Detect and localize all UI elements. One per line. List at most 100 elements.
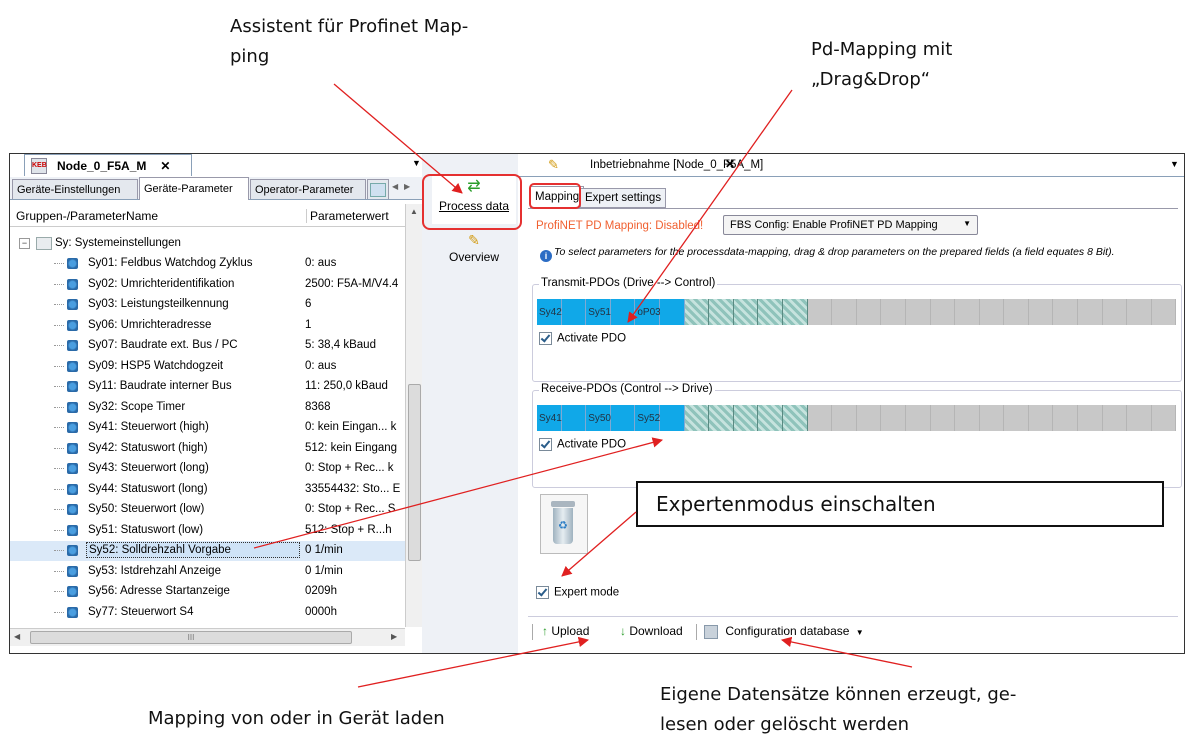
- pdo-field-free[interactable]: [1028, 299, 1054, 325]
- pdo-field-free[interactable]: [1004, 405, 1029, 431]
- pdo-field-free[interactable]: [881, 299, 906, 325]
- pdo-field-reserved[interactable]: [684, 405, 710, 431]
- pdo-field-free[interactable]: [1078, 299, 1103, 325]
- dropdown-arrow-icon[interactable]: ▼: [412, 158, 421, 168]
- pdo-field-mapped[interactable]: oP03 [1]: [635, 299, 675, 325]
- vertical-scrollbar[interactable]: ▲: [405, 204, 422, 627]
- tab-keb-icon[interactable]: [367, 179, 389, 199]
- download-button[interactable]: ↓ Download: [620, 624, 683, 638]
- pdo-field-mapped[interactable]: [610, 405, 636, 431]
- parameter-row[interactable]: Sy03: Leistungsteilkennung 6: [10, 295, 405, 315]
- fbs-config-dropdown[interactable]: FBS Config: Enable ProfiNET PD Mapping ▼: [723, 215, 978, 235]
- tab-scroll-right-icon[interactable]: ▶: [404, 182, 410, 191]
- parameter-value[interactable]: 512: Stop + R...h: [305, 524, 405, 536]
- pdo-field-mapped[interactable]: Sy41: [537, 405, 562, 431]
- parameter-row[interactable]: Sy51: Statuswort (low) 512: Stop + R...h: [10, 521, 405, 541]
- parameter-row[interactable]: Sy56: Adresse Startanzeige 0209h: [10, 582, 405, 602]
- tab-geraete-einstellungen[interactable]: Geräte-Einstellungen: [12, 179, 138, 199]
- close-icon[interactable]: ✕: [160, 159, 170, 173]
- activate-pdo-receive[interactable]: Activate PDO: [539, 438, 626, 451]
- parameter-row[interactable]: Sy06: Umrichteradresse 1: [10, 316, 405, 336]
- collapse-icon[interactable]: −: [19, 238, 30, 249]
- pdo-field-free[interactable]: [832, 299, 857, 325]
- pdo-field-free[interactable]: [807, 405, 833, 431]
- parameter-row[interactable]: Sy02: Umrichteridentifikation 2500: F5A-M…: [10, 275, 405, 295]
- scroll-up-icon[interactable]: ▲: [410, 207, 418, 216]
- parameter-value[interactable]: 2500: F5A-M/V4.4: [305, 278, 405, 290]
- pdo-field-reserved[interactable]: [782, 299, 808, 325]
- pdo-field-free[interactable]: [856, 405, 882, 431]
- parameter-value[interactable]: 33554432: Sto... E: [305, 483, 405, 495]
- tab-geraete-parameter[interactable]: Geräte-Parameter: [139, 177, 249, 200]
- pdo-field-reserved[interactable]: [758, 299, 783, 325]
- parameter-row[interactable]: Sy07: Baudrate ext. Bus / PC 5: 38,4 kBau…: [10, 336, 405, 356]
- tab-operator-parameter[interactable]: Operator-Parameter: [250, 179, 366, 199]
- pdo-field-free[interactable]: [1028, 405, 1054, 431]
- pdo-field-free[interactable]: [1102, 299, 1128, 325]
- tab-expert-settings[interactable]: Expert settings: [580, 188, 667, 208]
- sidebar-overview[interactable]: ✎ Overview: [432, 232, 516, 272]
- pdo-field-free[interactable]: [1078, 405, 1103, 431]
- parameter-row[interactable]: Sy44: Statuswort (long) 33554432: Sto... …: [10, 480, 405, 500]
- pdo-field-free[interactable]: [930, 299, 956, 325]
- pdo-field-mapped[interactable]: Sy52: [635, 405, 660, 431]
- close-icon[interactable]: ✕: [725, 157, 735, 171]
- parameter-value[interactable]: 0: aus: [305, 360, 405, 372]
- parameter-value[interactable]: 8368: [305, 401, 405, 413]
- pdo-field-mapped[interactable]: [659, 405, 685, 431]
- tree-group-row[interactable]: − Sy: Systemeinstellungen: [10, 234, 405, 254]
- scroll-right-icon[interactable]: ▶: [391, 632, 397, 641]
- parameter-value[interactable]: 0 1/min: [305, 565, 405, 577]
- column-value-header[interactable]: Parameterwert: [306, 209, 389, 223]
- scroll-left-icon[interactable]: ◀: [14, 632, 20, 641]
- dropdown-arrow-icon[interactable]: ▼: [1170, 159, 1179, 169]
- recycle-bin-icon[interactable]: ♻: [540, 494, 588, 554]
- pdo-field-reserved[interactable]: [733, 405, 759, 431]
- pdo-field-reserved[interactable]: [758, 405, 783, 431]
- pdo-field-mapped[interactable]: Sy51: [586, 299, 611, 325]
- pdo-field-mapped[interactable]: [561, 299, 587, 325]
- parameter-value[interactable]: 0: Stop + Rec... k: [305, 462, 405, 474]
- pdo-field-free[interactable]: [856, 299, 882, 325]
- pdo-field-free[interactable]: [1102, 405, 1128, 431]
- pdo-field-reserved[interactable]: [684, 299, 710, 325]
- parameter-row[interactable]: Sy77: Steuerwort S4 0000h: [10, 603, 405, 623]
- parameter-row[interactable]: Sy01: Feldbus Watchdog Zyklus 0: aus: [10, 254, 405, 274]
- pdo-field-free[interactable]: [930, 405, 956, 431]
- checkbox-checked-icon[interactable]: [539, 438, 552, 451]
- hscroll-thumb[interactable]: III: [30, 631, 352, 644]
- scroll-thumb[interactable]: [408, 384, 421, 561]
- pdo-field-mapped[interactable]: Sy42: [537, 299, 562, 325]
- pdo-field-mapped[interactable]: Sy50: [586, 405, 611, 431]
- receive-pdo-bar[interactable]: Sy41 Sy50 Sy52: [537, 405, 1177, 431]
- parameter-value[interactable]: 0: kein Eingan... k: [305, 421, 405, 433]
- upload-button[interactable]: ↑ Upload: [542, 624, 589, 638]
- doc-tab-commissioning[interactable]: ✎ Inbetriebnahme [Node_0_F5A_M] ✕ ▼: [518, 154, 1184, 177]
- transmit-pdo-bar[interactable]: Sy42 Sy51 oP03 [1]: [537, 299, 1177, 325]
- parameter-value[interactable]: 11: 250,0 kBaud: [305, 380, 405, 392]
- pdo-field-free[interactable]: [979, 405, 1005, 431]
- parameter-value[interactable]: 1: [305, 319, 405, 331]
- parameter-value[interactable]: 5: 38,4 kBaud: [305, 339, 405, 351]
- pdo-field-free[interactable]: [1127, 405, 1152, 431]
- parameter-row[interactable]: Sy43: Steuerwort (long) 0: Stop + Rec... …: [10, 459, 405, 479]
- pdo-field-free[interactable]: [1053, 405, 1079, 431]
- pdo-field-free[interactable]: [979, 299, 1005, 325]
- parameter-value[interactable]: 512: kein Eingang: [305, 442, 405, 454]
- parameter-row[interactable]: Sy09: HSP5 Watchdogzeit 0: aus: [10, 357, 405, 377]
- pdo-field-free[interactable]: [955, 299, 980, 325]
- pdo-field-free[interactable]: [955, 405, 980, 431]
- configuration-database-button[interactable]: Configuration database ▼: [704, 624, 864, 639]
- pdo-field-reserved[interactable]: [782, 405, 808, 431]
- pdo-field-reserved[interactable]: [733, 299, 759, 325]
- horizontal-scrollbar[interactable]: ◀ III ▶: [10, 628, 405, 646]
- parameter-value[interactable]: 0: aus: [305, 257, 405, 269]
- column-name-header[interactable]: Gruppen-/ParameterName: [16, 209, 158, 223]
- pdo-field-free[interactable]: [905, 299, 931, 325]
- pdo-field-reserved[interactable]: [709, 405, 734, 431]
- checkbox-checked-icon[interactable]: [536, 586, 549, 599]
- parameter-row[interactable]: Sy53: Istdrehzahl Anzeige 0 1/min: [10, 562, 405, 582]
- expert-mode-checkbox[interactable]: Expert mode: [536, 586, 619, 599]
- parameter-row[interactable]: Sy42: Statuswort (high) 512: kein Eingang: [10, 439, 405, 459]
- pdo-field-mapped[interactable]: [659, 299, 685, 325]
